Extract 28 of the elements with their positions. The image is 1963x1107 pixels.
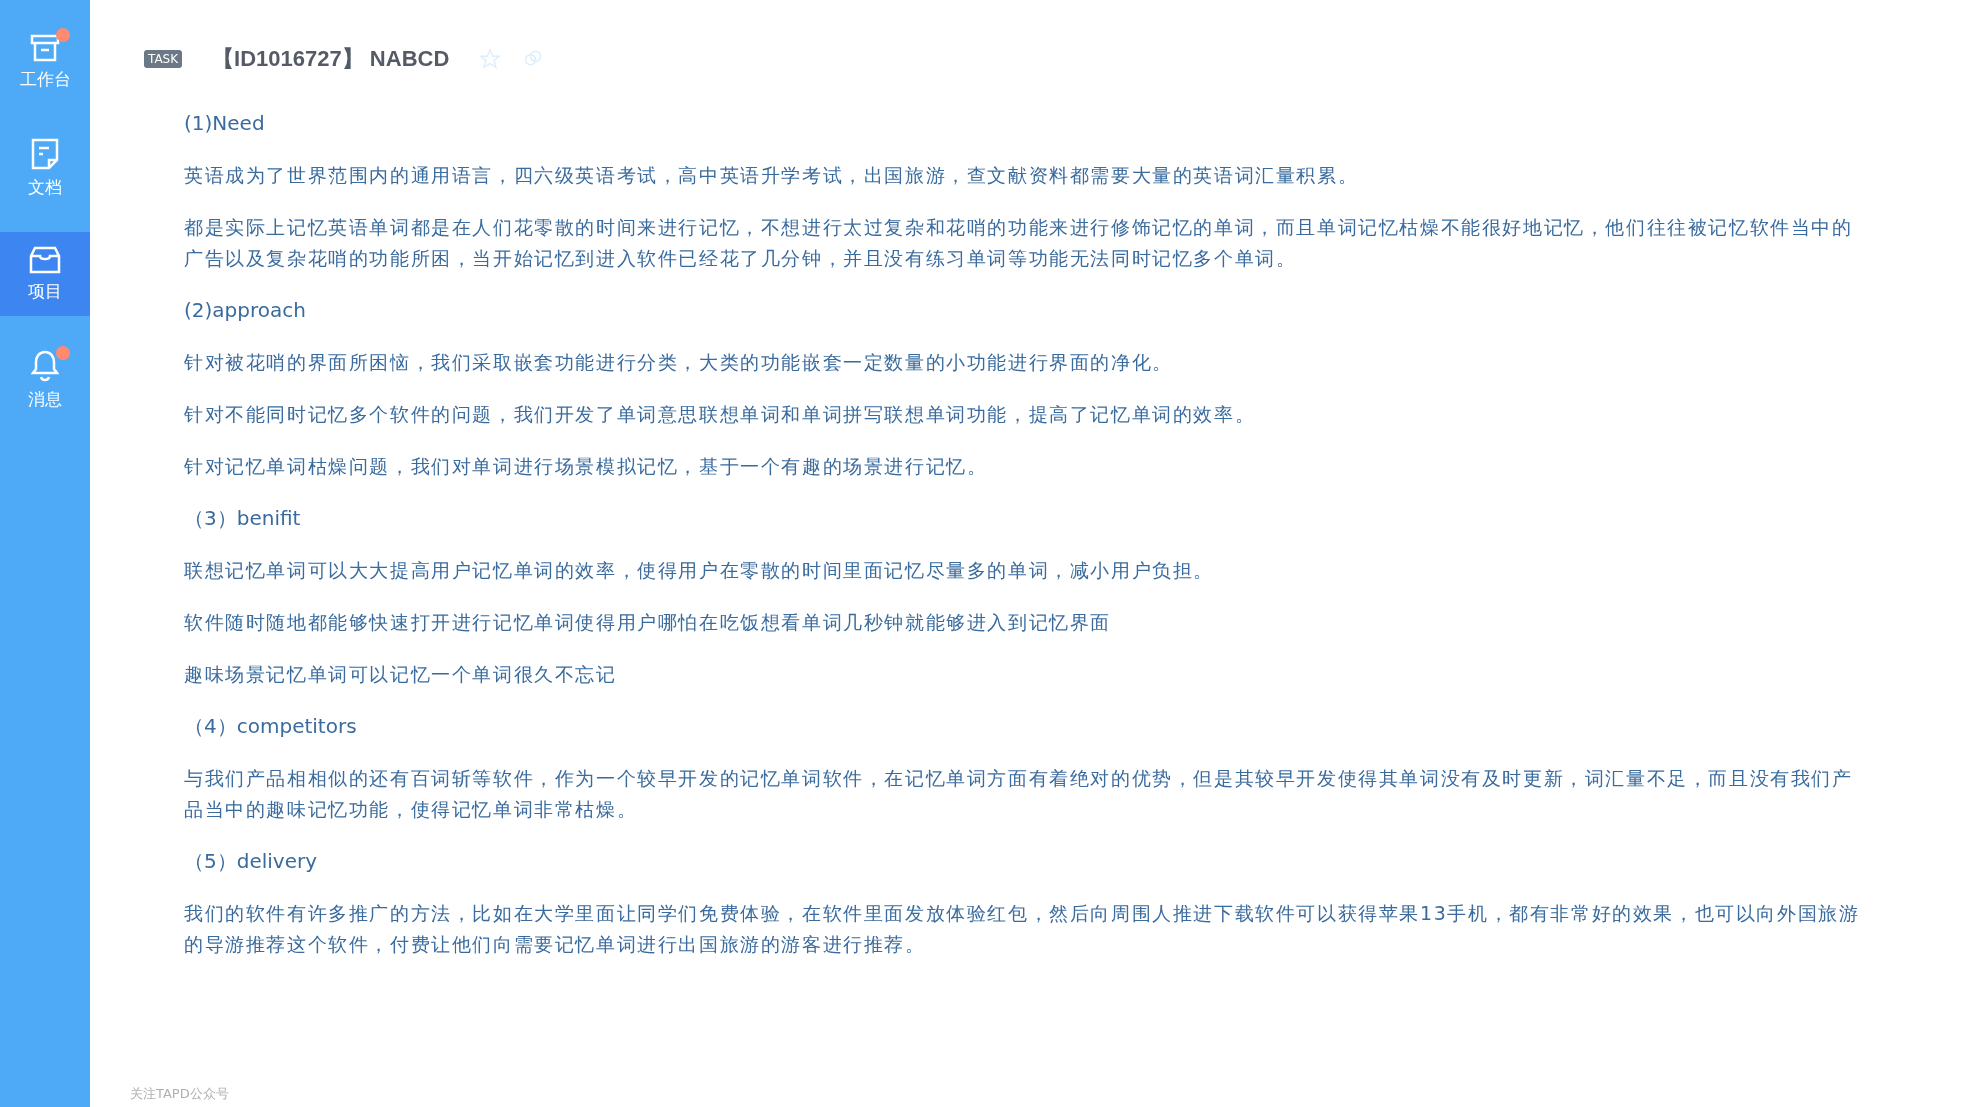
paragraph: 我们的软件有许多推广的方法，比如在大学里面让同学们免费体验，在软件里面发放体验红包，然后向周围人推进下载软件可以获得苹果13手机，都有非常好的效果，也可以向外国旅游的导游推荐这个软件，付费让他们向需要记忆单词进行出国旅游的游客进行推荐。	[184, 901, 1861, 957]
sidebar-item[interactable]: 工作台	[0, 20, 90, 104]
task-title: 【ID1016727】 NABCD	[212, 45, 450, 73]
paragraph: 英语成为了世界范围内的通用语言，四六级英语考试，高中英语升学考试，出国旅游，查文献资料都需要大量的英语词汇量积累。	[184, 163, 1360, 188]
inbox-tray-icon	[29, 245, 61, 274]
task-tag: TASK	[144, 50, 183, 68]
document-icon	[31, 137, 59, 170]
archive-box-icon	[30, 33, 60, 62]
link-icon[interactable]	[523, 48, 544, 68]
section-heading: （4）competitors	[184, 713, 358, 740]
star-icon[interactable]	[479, 48, 502, 70]
paragraph: 针对记忆单词枯燥问题，我们对单词进行场景模拟记忆，基于一个有趣的场景进行记忆。	[184, 454, 989, 479]
paragraph: 针对被花哨的界面所困恼，我们采取嵌套功能进行分类，大类的功能嵌套一定数量的小功能进行界面的净化。	[184, 350, 1174, 375]
sidebar-item[interactable]: 文档	[0, 126, 90, 210]
section-heading: （5）delivery	[184, 848, 319, 875]
bell-icon	[31, 349, 59, 382]
paragraph: 软件随时随地都能够快速打开进行记忆单词使得用户哪怕在吃饭想看单词几秒钟就能够进入到记忆界面	[184, 610, 1112, 635]
paragraph: 都是实际上记忆英语单词都是在人们花零散的时间来进行记忆，不想进行太过复杂和花哨的功能来进行修饰记忆的单词，而且单词记忆枯燥不能很好地记忆，他们往往被记忆软件当中的广告以及复杂花哨的功能所困，当开始记忆到进入软件已经花了几分钟，并且没有练习单词等功能无法同时记忆多个单词。	[184, 215, 1854, 271]
paragraph: 针对不能同时记忆多个软件的问题，我们开发了单词意思联想单词和单词拼写联想单词功能，提高了记忆单词的效率。	[184, 402, 1257, 427]
footer-text: 关注TAPD公众号	[130, 1085, 229, 1103]
section-heading: (2)approach	[184, 297, 307, 324]
sidebar-item[interactable]: 项目	[0, 232, 90, 316]
paragraph: 联想记忆单词可以大大提高用户记忆单词的效率，使得用户在零散的时间里面记忆尽量多的单词，减小用户负担。	[184, 558, 1215, 583]
sidebar-item[interactable]: 消息	[0, 338, 90, 422]
paragraph: 趣味场景记忆单词可以记忆一个单词很久不忘记	[184, 662, 618, 687]
section-heading: (1)Need	[184, 110, 266, 137]
section-heading: （3）benifit	[184, 505, 302, 532]
paragraph: 与我们产品相相似的还有百词斩等软件，作为一个较早开发的记忆单词软件，在记忆单词方面有着绝对的优势，但是其较早开发使得其单词没有及时更新，词汇量不足，而且没有我们产品当中的趣味记忆功能，使得记忆单词非常枯燥。	[184, 766, 1854, 822]
